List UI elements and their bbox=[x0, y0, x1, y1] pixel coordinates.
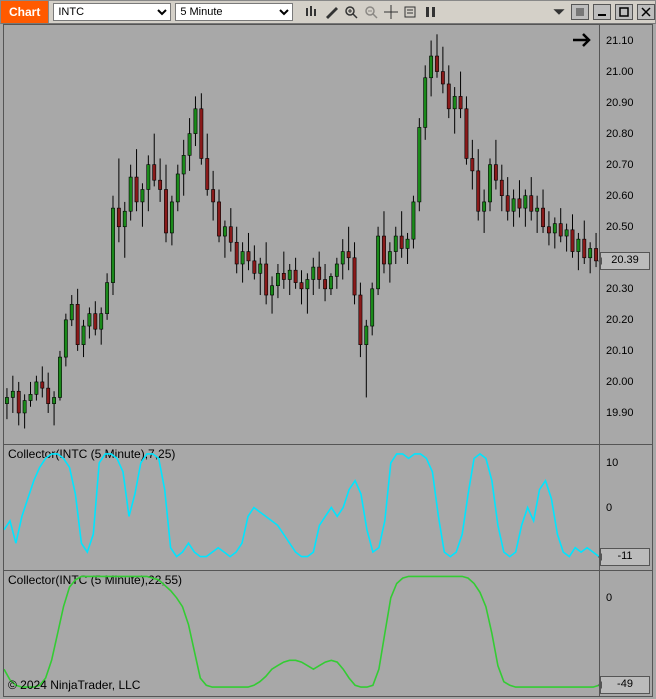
copyright-text: © 2024 NinjaTrader, LLC bbox=[8, 678, 140, 692]
minimize-window-button[interactable] bbox=[593, 4, 611, 20]
format-icon[interactable] bbox=[403, 4, 419, 20]
candlestick-series bbox=[4, 25, 599, 444]
indicator1-panel: Collector(INTC (5 Minute),7,25) 100-11 bbox=[4, 444, 652, 570]
price-axis[interactable]: 21.1021.0020.9020.8020.7020.6020.5020.40… bbox=[600, 25, 652, 444]
indicator2-panel: Collector(INTC (5 Minute),22,55) © 2024 … bbox=[4, 570, 652, 696]
toolbar: Chart INTC 5 Minute bbox=[0, 0, 656, 24]
indicator1-axis[interactable]: 100-11 bbox=[600, 445, 652, 570]
candlestick-icon[interactable] bbox=[303, 4, 319, 20]
indicator2-axis[interactable]: 0-49 bbox=[600, 571, 652, 696]
indicator2-plot[interactable]: Collector(INTC (5 Minute),22,55) © 2024 … bbox=[4, 571, 600, 696]
crosshair-icon[interactable] bbox=[383, 4, 399, 20]
close-window-button[interactable] bbox=[637, 4, 655, 20]
pencil-icon[interactable] bbox=[323, 4, 339, 20]
interval-select[interactable]: 5 Minute bbox=[175, 3, 293, 21]
price-plot[interactable] bbox=[4, 25, 600, 444]
price-panel: 21.1021.0020.9020.8020.7020.6020.5020.40… bbox=[4, 25, 652, 444]
shade-window-button[interactable] bbox=[571, 4, 589, 20]
maximize-window-button[interactable] bbox=[615, 4, 633, 20]
zoom-in-icon[interactable] bbox=[343, 4, 359, 20]
chart-stack: 21.1021.0020.9020.8020.7020.6020.5020.40… bbox=[3, 24, 653, 697]
indicator1-plot[interactable]: Collector(INTC (5 Minute),7,25) bbox=[4, 445, 600, 570]
properties-icon[interactable] bbox=[423, 4, 439, 20]
dropdown-icon[interactable] bbox=[551, 4, 567, 20]
indicator1-line bbox=[4, 445, 599, 570]
symbol-select[interactable]: INTC bbox=[53, 3, 171, 21]
tab-chart[interactable]: Chart bbox=[1, 1, 49, 23]
zoom-out-icon[interactable] bbox=[363, 4, 379, 20]
